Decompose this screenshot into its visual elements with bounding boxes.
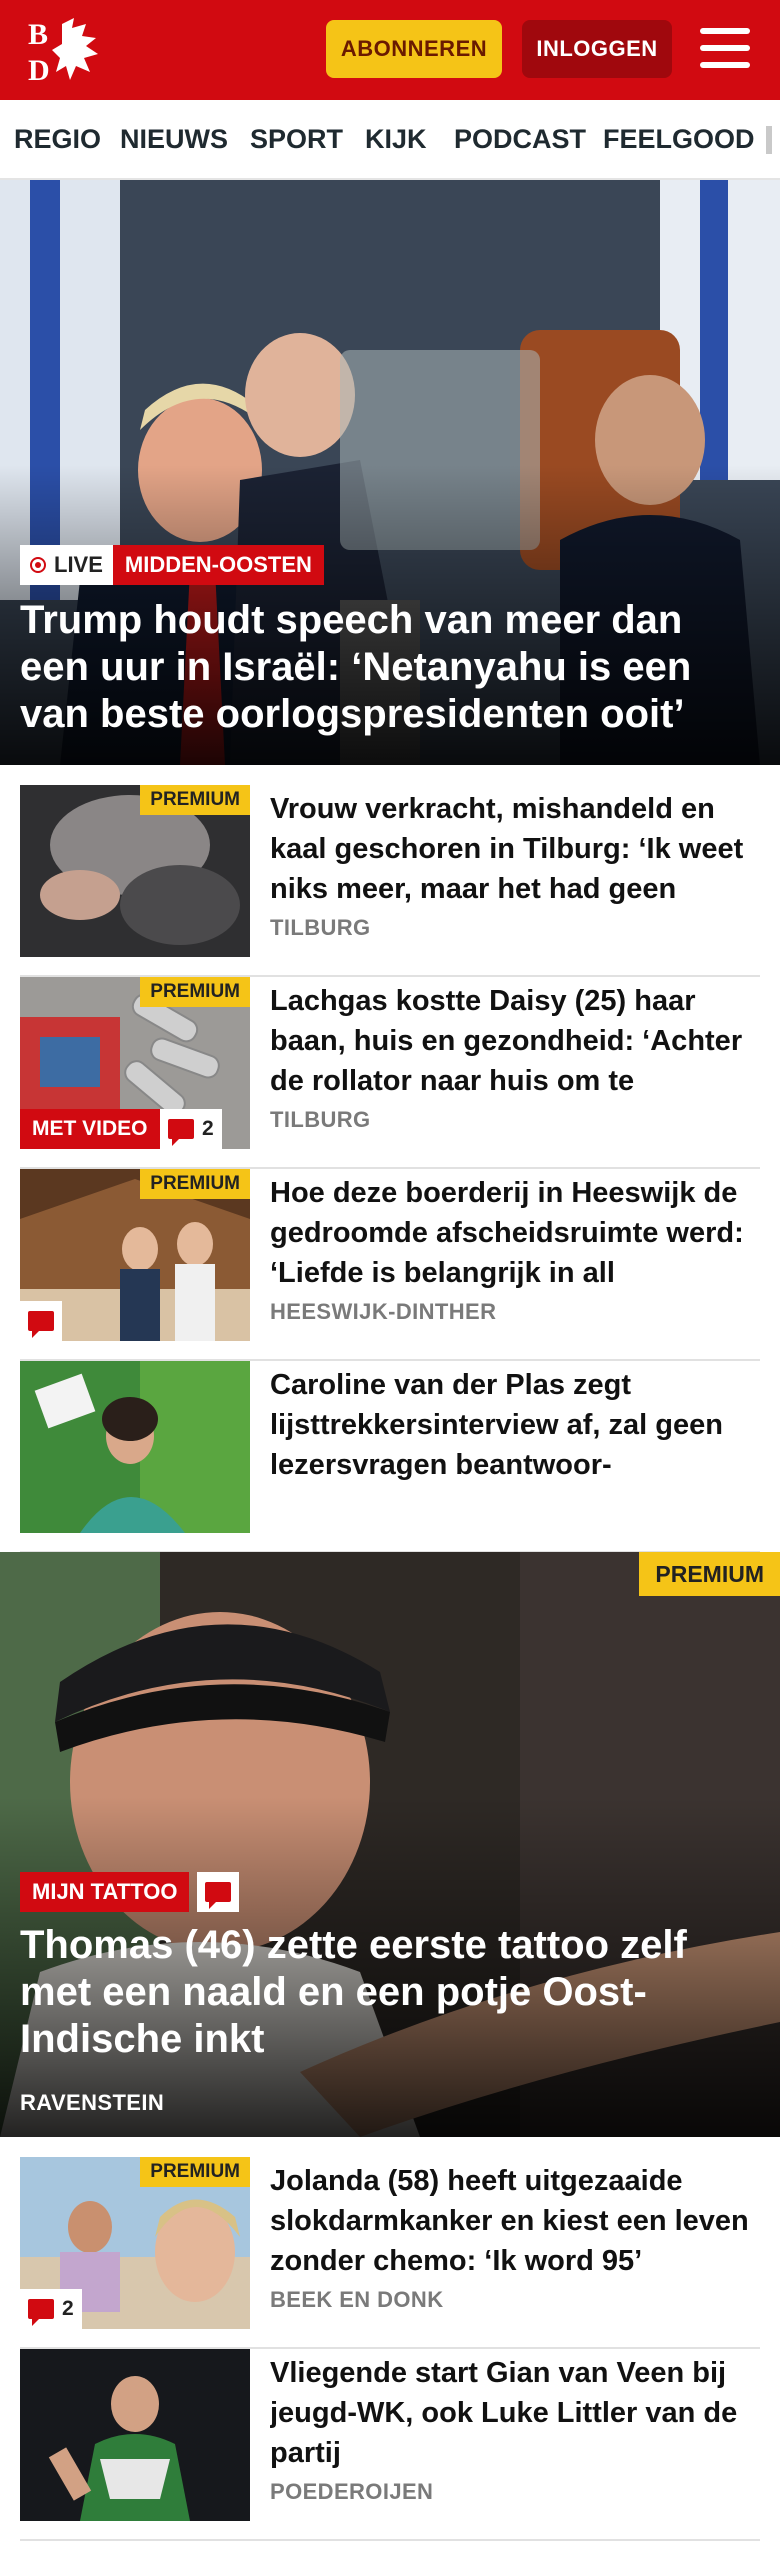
category-label[interactable]: MIDDEN-OOSTEN — [112, 545, 324, 585]
article-title[interactable]: Vliegende start Gian van Veen bij jeugd-… — [270, 2353, 760, 2473]
article-location: BEEK EN DONK — [270, 2287, 444, 2312]
subscribe-button[interactable]: ABONNEREN — [326, 20, 502, 78]
article-thumbnail — [20, 1361, 250, 1533]
live-badge: LIVE — [20, 545, 113, 585]
nav-item-podcast[interactable]: PODCAST — [454, 100, 586, 178]
list-item[interactable]: PREMIUM Vrouw verkracht, mishandeld en k… — [20, 785, 760, 977]
comment-count: 2 — [62, 2297, 74, 2320]
article-title[interactable]: Lachgas kostte Daisy (25) haar baan, hui… — [270, 981, 760, 1101]
list-item[interactable]: Caroline van der Plas zegt lijsttrekkers… — [20, 1361, 760, 1553]
live-dot-icon — [30, 557, 46, 573]
comment-badge: 2 — [160, 1109, 222, 1149]
svg-text:B: B — [28, 18, 48, 51]
comment-icon — [28, 1311, 54, 1338]
premium-badge: PREMIUM — [140, 2157, 250, 2187]
nav-item-sport[interactable]: SPORT — [250, 100, 343, 178]
list-item[interactable]: Vliegende start Gian van Veen bij jeugd-… — [20, 2349, 760, 2541]
article-location: TILBURG — [270, 915, 371, 940]
article-thumbnail: PREMIUM 2 — [20, 2157, 250, 2329]
nav-item-kijk[interactable]: KIJK — [365, 100, 427, 178]
article-location: TILBURG — [270, 1107, 371, 1132]
comment-icon — [28, 2299, 54, 2326]
hero-title[interactable]: Trump houdt speech van meer dan een uur … — [20, 597, 740, 738]
list-item[interactable]: PREMIUM MET VIDEO 2 Lachgas kostte Daisy… — [20, 977, 760, 1169]
video-badge: MET VIDEO — [20, 1109, 160, 1149]
article-thumbnail: PREMIUM — [20, 1169, 250, 1341]
comment-badge — [197, 1872, 240, 1912]
top-header: B D ABONNEREN INLOGGEN — [0, 0, 780, 100]
list-item[interactable]: PREMIUM Hoe deze boerderij in Heeswijk d… — [20, 1169, 760, 1361]
comment-badge — [20, 1301, 62, 1341]
article-title[interactable]: Caroline van der Plas zegt lijsttrekkers… — [270, 1365, 760, 1485]
article-title[interactable]: Vrouw verkracht, mishandeld en kaal gesc… — [270, 789, 760, 909]
comment-count: 2 — [202, 1117, 214, 1140]
nav-item-feelgood[interactable]: FEELGOOD — [603, 100, 755, 178]
nav-item-regio[interactable]: REGIO — [14, 100, 101, 178]
premium-badge: PREMIUM — [140, 785, 250, 815]
article-location: POEDEROIJEN — [270, 2479, 434, 2504]
section-nav: REGIO NIEUWS SPORT KIJK PODCAST FEELGOOD — [0, 100, 780, 180]
comment-badge: 2 — [20, 2289, 82, 2329]
feature-location: RAVENSTEIN — [20, 2090, 165, 2115]
article-thumbnail — [20, 2349, 250, 2521]
article-thumbnail: PREMIUM — [20, 785, 250, 957]
article-location: HEESWIJK-DINTHER — [270, 1299, 497, 1324]
login-button[interactable]: INLOGGEN — [522, 20, 672, 78]
article-thumbnail: PREMIUM MET VIDEO 2 — [20, 977, 250, 1149]
article-title[interactable]: Hoe deze boerderij in Heeswijk de gedroo… — [270, 1173, 760, 1293]
hero-article[interactable]: LIVE MIDDEN-OOSTEN Trump houdt speech va… — [0, 180, 780, 765]
article-title[interactable]: Jolanda (58) heeft uitgezaaide slokdarmk… — [270, 2161, 760, 2281]
nav-item-nieuws[interactable]: NIEUWS — [120, 100, 228, 178]
bd-logo[interactable]: B D — [26, 14, 116, 87]
premium-badge: PREMIUM — [140, 1169, 250, 1199]
comment-icon — [168, 1119, 194, 1146]
live-label: LIVE — [54, 552, 103, 577]
list-item[interactable]: PREMIUM 2 Jolanda (58) heeft uitgezaaide… — [20, 2157, 760, 2349]
category-label[interactable]: MIJN TATTOO — [20, 1872, 190, 1912]
bd-logo-icon: B D — [28, 18, 98, 87]
hamburger-menu-icon[interactable] — [700, 26, 752, 72]
svg-text:D: D — [28, 54, 50, 86]
comment-icon — [205, 1882, 232, 1909]
feature-tags: MIJN TATTOO — [20, 1872, 240, 1912]
premium-badge: PREMIUM — [140, 977, 250, 1007]
nav-overflow-indicator — [766, 126, 772, 154]
hero-tags: LIVE MIDDEN-OOSTEN — [20, 545, 324, 585]
premium-badge: PREMIUM — [639, 1552, 780, 1596]
feature-title[interactable]: Thomas (46) zette eerste tattoo zelf met… — [20, 1922, 760, 2063]
